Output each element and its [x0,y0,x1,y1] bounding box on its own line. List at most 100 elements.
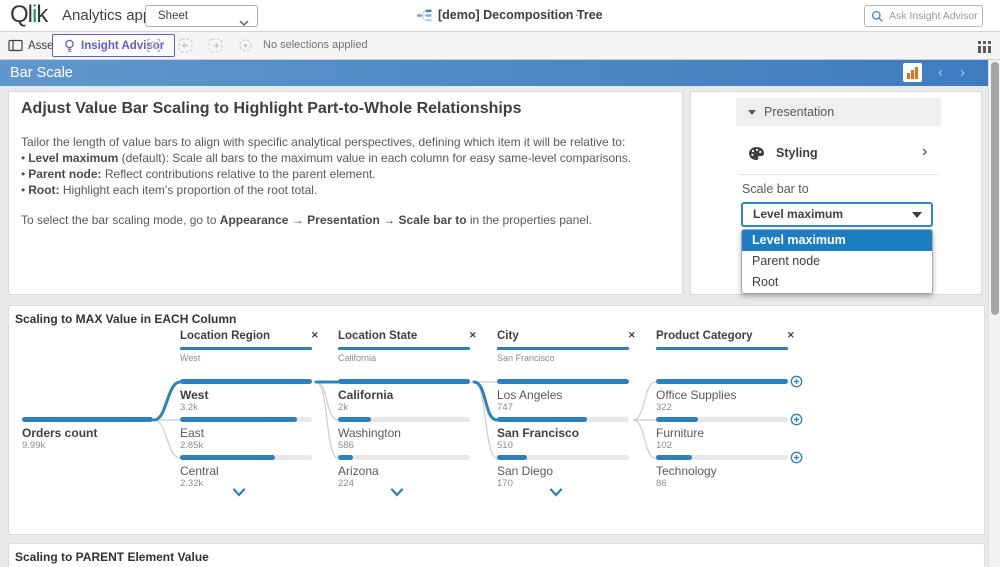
app-window: Qlik Analytics app Sheet [demo] Decompos… [0,0,1000,567]
next-sheet-chevron-icon[interactable]: › [960,60,965,85]
info-bullet: •Parent node: Reflect contributions rela… [21,166,670,182]
node-label: Los Angeles [497,388,562,402]
bar-fill [338,379,470,384]
tree-node-central[interactable]: Central 2.32k [180,455,330,489]
sheet-title: Bar Scale [10,60,73,86]
node-label: West [180,388,208,402]
dropdown-option-level-maximum[interactable]: Level maximum [742,230,932,251]
info-card: Adjust Value Bar Scaling to Highlight Pa… [8,91,683,295]
bar-fill [180,417,297,422]
step-back-icon[interactable] [178,38,193,58]
previous-sheet-chevron-icon[interactable]: ‹ [938,60,943,85]
show-more-chevron-icon[interactable] [232,484,246,502]
bar-fill [497,455,527,460]
column-selection-label: San Francisco [497,353,555,363]
footer-prefix: To select the bar scaling mode, go to [21,213,220,227]
node-value: 2k [338,402,348,413]
insight-advisor-search-input[interactable] [889,7,979,25]
sheet-selector-label: Sheet [158,6,188,26]
chart-thumbnail-icon[interactable] [903,63,922,82]
triangle-down-icon [748,110,756,115]
scale-bar-to-label: Scale bar to [742,182,809,196]
styling-row[interactable]: Styling › [736,139,941,167]
node-label: San Francisco [497,426,579,440]
tree-node-orders-count[interactable]: Orders count 9.99k [22,417,172,451]
step-forward-icon[interactable] [208,38,223,58]
footer-suffix: in the properties panel. [467,213,592,227]
max-scaling-demo-card: Scaling to MAX Value in EACH Column Orde… [8,305,985,535]
node-value: 86 [656,478,667,489]
column-close-icon[interactable]: ✕ [469,330,477,341]
info-footer: To select the bar scaling mode, go to Ap… [21,212,670,228]
scrollbar-thumb[interactable] [991,62,999,315]
sheet-title-bar: Bar Scale ‹ › [0,60,988,86]
dropdown-option-root[interactable]: Root [742,272,932,293]
tree-node-san-diego[interactable]: San Diego 170 [497,455,647,489]
vertical-scrollbar[interactable] [988,60,1000,567]
tree-node-technology[interactable]: Technology 86 [656,455,806,489]
show-more-chevron-icon[interactable] [390,484,404,502]
column-field-label: City [497,330,519,342]
node-label: Office Supplies [656,388,737,402]
selections-toolbar: Assets Insight Advisor No selections app… [0,32,1000,60]
footer-bold-path: Appearance → Presentation → Scale bar to [220,213,467,227]
sheet-selector-dropdown[interactable]: Sheet [145,5,258,27]
dropdown-value: Level maximum [753,204,843,225]
dropdown-option-list: Level maximumParent nodeRoot [741,229,933,294]
tree-node-west[interactable]: West 3.2k [180,379,330,413]
parent-scaling-demo-card: Scaling to PARENT Element Value [8,543,985,567]
node-value: 747 [497,402,513,413]
tree-node-los-angeles[interactable]: Los Angeles 747 [497,379,647,413]
tree-node-furniture[interactable]: Furniture 102 [656,417,806,451]
app-menu-ellipsis[interactable]: ··· [564,0,580,29]
info-bullet: •Level maximum (default): Scale all bars… [21,150,670,166]
tree-node-washington[interactable]: Washington 586 [338,417,488,451]
dropdown-option-parent-node[interactable]: Parent node [742,251,932,272]
node-value: 9.99k [22,440,45,451]
sheet-grid-icon[interactable] [978,40,991,58]
column-close-icon[interactable]: ✕ [787,330,795,341]
expand-node-icon[interactable] [790,451,803,469]
column-selection-label: West [180,353,200,363]
node-label: Orders count [22,426,97,440]
node-label: Arizona [338,464,379,478]
scale-bar-to-dropdown[interactable]: Level maximum [741,202,933,227]
tree-column-header-location-region: Location Region ✕ West [180,330,330,374]
presentation-accordion-header[interactable]: Presentation [736,98,941,126]
expand-node-icon[interactable] [790,413,803,431]
tree-node-east[interactable]: East 2.85k [180,417,330,451]
tree-node-san-francisco[interactable]: San Francisco 510 [497,417,647,451]
tree-node-office-supplies[interactable]: Office Supplies 322 [656,379,806,413]
column-underline [180,347,312,350]
column-field-label: Location State [338,330,417,342]
tree-node-california[interactable]: California 2k [338,379,488,413]
column-close-icon[interactable]: ✕ [311,330,319,341]
expand-node-icon[interactable] [790,375,803,393]
bar-fill [497,417,587,422]
palette-icon [748,146,765,161]
search-icon [871,10,884,23]
bar-fill [656,379,788,384]
qlik-logo: Qlik [10,1,47,29]
assets-panel-icon [8,39,23,52]
bar-fill [180,379,312,384]
show-more-chevron-icon[interactable] [549,484,563,502]
tree-column-header-city: City ✕ San Francisco [497,330,647,374]
clear-selections-icon[interactable] [238,38,253,58]
tree-node-arizona[interactable]: Arizona 224 [338,455,488,489]
top-bar: Qlik Analytics app Sheet [demo] Decompos… [0,0,1000,32]
insight-advisor-search[interactable] [864,5,983,27]
node-label: Technology [656,464,717,478]
node-value: 170 [497,478,513,489]
node-label: California [338,388,393,402]
chevron-right-icon: › [922,139,927,165]
column-underline [656,347,788,350]
selections-search-icon[interactable] [146,38,161,58]
bar-track [338,455,470,460]
column-close-icon[interactable]: ✕ [628,330,636,341]
chevron-down-icon [239,13,249,31]
lightbulb-icon [63,39,76,53]
node-label: Furniture [656,426,704,440]
info-title: Adjust Value Bar Scaling to Highlight Pa… [21,100,521,118]
node-value: 510 [497,440,513,451]
